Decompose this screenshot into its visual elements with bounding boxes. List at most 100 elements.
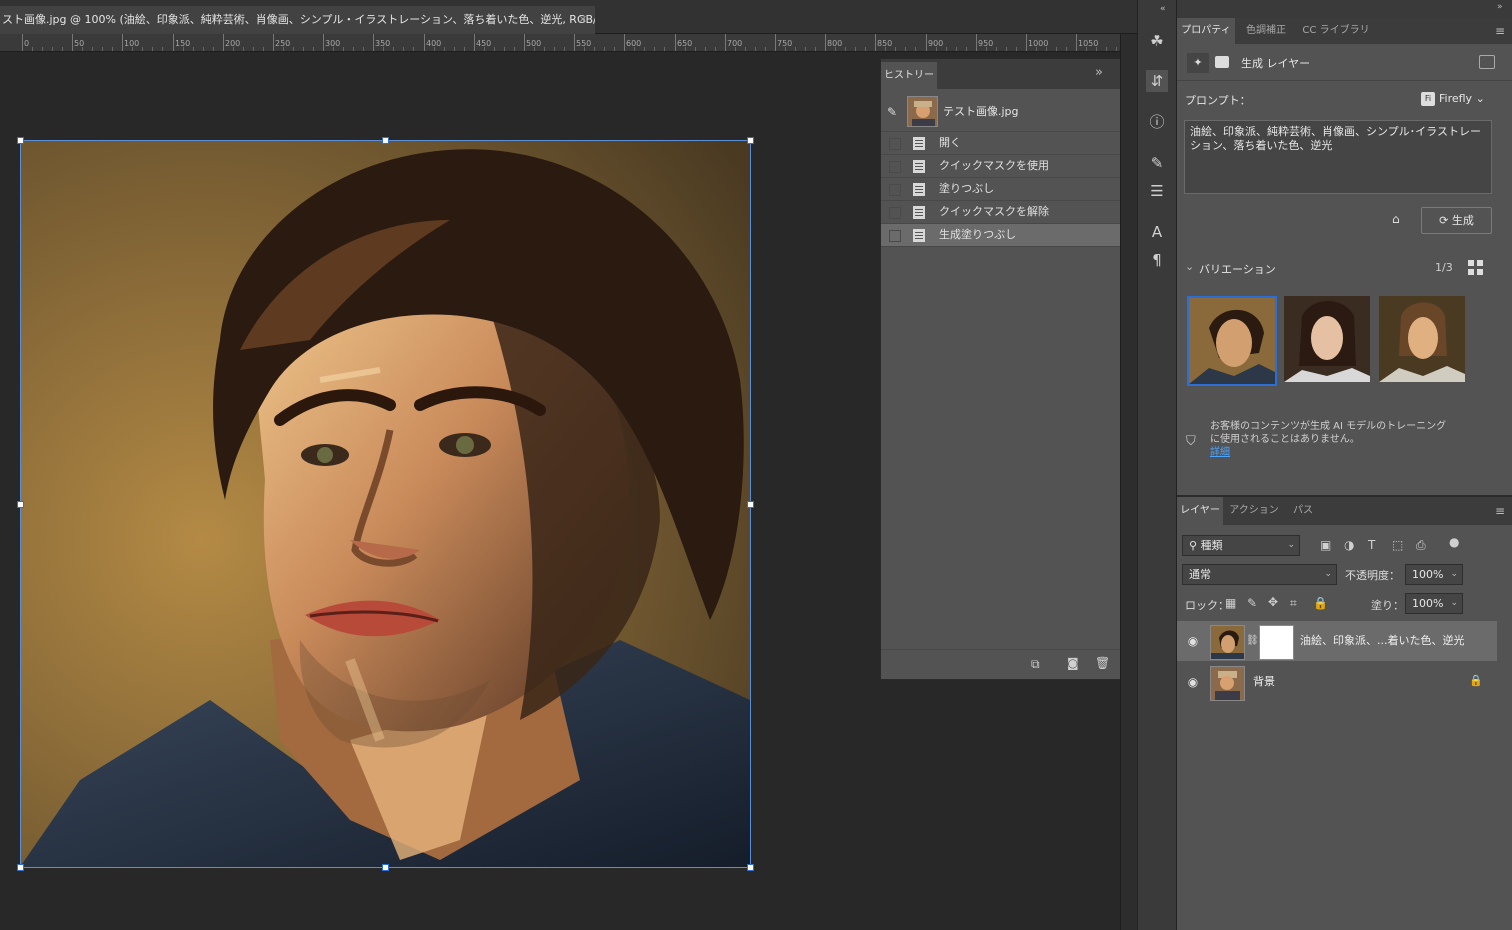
grid-view-icon[interactable] (1468, 260, 1483, 275)
history-source-checkbox[interactable] (889, 161, 901, 173)
character-icon[interactable]: A (1146, 221, 1168, 243)
ruler-tick-line (373, 34, 374, 51)
feedback-icon[interactable]: ⌂ (1392, 212, 1400, 226)
history-step[interactable]: クイックマスクを使用 (881, 155, 1121, 178)
mask-icon[interactable] (1215, 56, 1229, 68)
ruler-tick-line (474, 34, 475, 51)
layer-thumbnail (1210, 625, 1245, 660)
ruler-tick-line (775, 34, 776, 51)
tab-history[interactable]: ヒストリー (881, 62, 937, 89)
history-step[interactable]: 塗りつぶし (881, 178, 1121, 201)
layers-tab-bar: レイヤー アクション パス ≡ (1177, 497, 1512, 525)
mask-link-chain-icon[interactable]: ⛓ (1246, 635, 1259, 646)
history-step-label: クイックマスクを使用 (939, 159, 1049, 172)
layer-thumbnail (1210, 666, 1245, 701)
layer-row-background[interactable]: ◉ 背景 🔒 (1177, 662, 1497, 702)
chevron-down-icon[interactable]: ⌄ (1185, 260, 1194, 273)
properties-menu-icon[interactable]: ≡ (1495, 24, 1505, 38)
filter-adjustment-icon[interactable]: ◑ (1344, 538, 1354, 552)
new-document-from-state-icon[interactable]: ⧉ (1031, 657, 1040, 672)
filter-smart-object-icon[interactable]: ⎙ (1416, 538, 1426, 553)
lock-artboard-icon[interactable]: ⌗ (1290, 596, 1297, 611)
opacity-field[interactable]: 100% ⌄ (1405, 564, 1463, 585)
lock-pixels-brush-icon[interactable]: ✎ (1247, 596, 1257, 610)
chevron-down-icon: ⌄ (1324, 569, 1332, 579)
history-source-checkbox[interactable] (889, 207, 901, 219)
properties-icon[interactable]: ⇵ (1146, 70, 1168, 92)
history-step[interactable]: 生成塗りつぶし (881, 224, 1121, 247)
adjustments-sliders-icon[interactable]: ☰ (1146, 180, 1168, 202)
canvas-scrollbar[interactable] (1120, 34, 1137, 930)
transform-bounding-box[interactable] (20, 140, 751, 868)
visibility-eye-icon[interactable]: ◉ (1185, 674, 1201, 690)
collapse-panel-icon[interactable]: » (1095, 65, 1103, 80)
tab-paths[interactable]: パス (1283, 497, 1323, 525)
filter-pixel-icon[interactable]: ▣ (1320, 538, 1331, 552)
libraries-icon[interactable]: ☘ (1146, 30, 1168, 52)
history-source-checkbox[interactable] (889, 184, 901, 196)
transform-handle[interactable] (17, 864, 24, 871)
paragraph-icon[interactable]: ¶ (1146, 249, 1168, 271)
layer-filter-dropdown[interactable]: ⚲ 種類 ⌄ (1182, 535, 1300, 556)
variation-thumbnail-1[interactable] (1187, 296, 1277, 386)
transform-handle[interactable] (17, 137, 24, 144)
variation-thumbnail-3[interactable] (1379, 296, 1465, 382)
generate-button[interactable]: ⟳ 生成 (1421, 207, 1492, 234)
lock-transparent-icon[interactable]: ▦ (1225, 596, 1236, 610)
variation-thumbnail-2[interactable] (1284, 296, 1370, 382)
filter-type-icon[interactable]: T (1368, 538, 1375, 552)
brushes-icon[interactable]: ✎ (1146, 152, 1168, 174)
layer-mask-thumbnail[interactable] (1259, 625, 1294, 660)
visibility-eye-icon[interactable]: ◉ (1185, 633, 1201, 649)
tab-actions[interactable]: アクション (1225, 497, 1283, 525)
layer-row-generative[interactable]: ◉ ⛓ 油絵、印象派、...着いた色、逆光 (1177, 621, 1497, 661)
details-link[interactable]: 詳細 (1210, 447, 1230, 458)
history-source-checkbox[interactable] (889, 138, 901, 150)
ruler-tick-line (424, 34, 425, 51)
close-document-icon[interactable]: × (576, 6, 590, 34)
history-step[interactable]: クイックマスクを解除 (881, 201, 1121, 224)
layer-options-icon[interactable] (1479, 55, 1495, 69)
history-snapshot[interactable]: ✎ テスト画像.jpg (881, 92, 1121, 132)
prompt-textarea[interactable]: 油絵、印象派、純粋芸術、肖像画、シンプル･イラストレーション、落ち着いた色、逆光 (1184, 120, 1492, 194)
document-tab[interactable]: スト画像.jpg @ 100% (油絵、印象派、純粋芸術、肖像画、シンプル・イラ… (0, 6, 595, 34)
trash-icon[interactable]: 🗑 (1095, 656, 1110, 670)
shield-icon: ⛉ (1186, 434, 1196, 449)
filter-toggle-icon[interactable]: ● (1449, 535, 1459, 549)
transform-handle[interactable] (747, 864, 754, 871)
layers-menu-icon[interactable]: ≡ (1495, 504, 1505, 518)
search-icon: ⚲ (1189, 539, 1201, 552)
filter-shape-icon[interactable]: ⬚ (1392, 538, 1403, 552)
transform-handle[interactable] (747, 137, 754, 144)
history-step[interactable]: 開く (881, 132, 1121, 155)
ruler-tick-line (122, 34, 123, 51)
expand-panels-icon[interactable]: » (1497, 2, 1503, 12)
history-source-checkbox[interactable] (889, 230, 901, 242)
transform-handle[interactable] (382, 137, 389, 144)
tab-adjustments[interactable]: 色調補正 (1235, 18, 1297, 44)
history-tab-bar: ヒストリー » ≡ (881, 59, 1135, 89)
tab-layers[interactable]: レイヤー (1177, 497, 1223, 525)
layer-name: 背景 (1253, 675, 1275, 688)
transform-handle[interactable] (382, 864, 389, 871)
variation-counter: 1/3 (1435, 261, 1453, 274)
snapshot-camera-icon[interactable]: ◙ (1067, 656, 1079, 670)
model-label: Firefly (1439, 92, 1473, 105)
layer-name: 油絵、印象派、...着いた色、逆光 (1300, 634, 1465, 647)
ruler-tick-line (1076, 34, 1077, 51)
collapse-icons-icon[interactable]: « (1160, 4, 1166, 14)
blend-mode-dropdown[interactable]: 通常 ⌄ (1182, 564, 1337, 585)
tab-properties[interactable]: プロパティ (1177, 18, 1235, 44)
chevron-down-icon: ⌄ (1287, 540, 1295, 550)
transform-handle[interactable] (747, 501, 754, 508)
fill-field[interactable]: 100% ⌄ (1405, 593, 1463, 614)
firefly-model-dropdown[interactable]: Firefly ⌄ (1439, 92, 1485, 105)
tab-cc-libraries[interactable]: CC ライブラリ (1297, 18, 1375, 44)
ruler-tick-line (1026, 34, 1027, 51)
filter-label: 種類 (1200, 539, 1223, 552)
transform-handle[interactable] (17, 501, 24, 508)
lock-position-move-icon[interactable]: ✥ (1268, 595, 1278, 609)
lock-icon: 🔒 (1469, 674, 1483, 687)
lock-all-icon[interactable]: 🔒 (1313, 596, 1328, 610)
info-icon[interactable]: ⓘ (1146, 111, 1168, 133)
